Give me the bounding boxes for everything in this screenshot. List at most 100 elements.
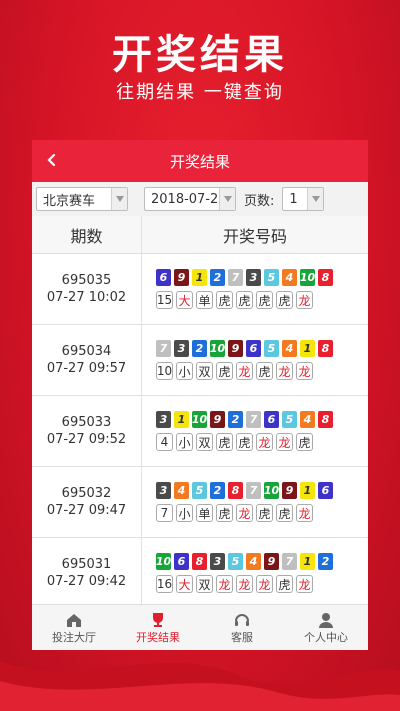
number-ball: 4: [282, 340, 297, 357]
number-ball: 2: [318, 553, 333, 570]
number-ball: 3: [210, 553, 225, 570]
attribute-box: 虎: [256, 504, 273, 522]
tab-label: 投注大厅: [52, 631, 96, 644]
tab-label: 个人中心: [304, 631, 348, 644]
attribute-box: 虎: [216, 291, 233, 309]
number-ball: 9: [264, 553, 279, 570]
number-ball: 10: [155, 553, 172, 570]
number-ball: 7: [246, 411, 261, 428]
number-ball: 8: [228, 482, 243, 499]
attribute-row: 15 大单虎虎虎虎龙: [156, 291, 313, 309]
lottery-select-value: 北京赛车: [43, 193, 96, 209]
number-ball: 8: [318, 269, 333, 286]
header-numbers: 开奖号码: [222, 226, 287, 246]
numbers-cell: 10 6 8 3 5 4 9 7 1 2 16 大双龙龙龙虎龙: [142, 538, 368, 608]
tab-results[interactable]: 开奖结果: [116, 605, 200, 650]
ball-row: 6 9 1 2 7 3 5 4 10 8: [156, 269, 333, 286]
attribute-box: 15: [156, 291, 173, 309]
number-ball: 9: [174, 269, 189, 286]
attribute-box: 小: [176, 433, 193, 451]
attribute-box: 虎: [216, 362, 233, 380]
result-row: 695035 07-27 10:02 6 9 1 2 7 3 5 4 10 8 15 大单虎虎虎虎龙: [32, 254, 368, 325]
numbers-cell: 7 3 2 10 9 6 5 4 1 8 10 小双虎龙虎龙龙: [142, 325, 368, 395]
number-ball: 10: [209, 340, 226, 357]
issue-cell: 695034 07-27 09:57: [32, 325, 142, 395]
attribute-box: 龙: [276, 362, 293, 380]
attribute-row: 7小单虎龙虎虎龙: [156, 504, 313, 522]
number-ball: 10: [263, 482, 280, 499]
attribute-box: 小: [176, 362, 193, 380]
number-ball: 2: [192, 340, 207, 357]
attribute-row: 4小双虎虎龙龙虎: [156, 433, 313, 451]
attribute-box: 虎: [256, 362, 273, 380]
tab-profile[interactable]: 个人中心: [284, 605, 368, 650]
lottery-select[interactable]: 北京赛车: [36, 187, 128, 211]
number-ball: 5: [192, 482, 207, 499]
tab-service[interactable]: 客服: [200, 605, 284, 650]
number-ball: 9: [210, 411, 225, 428]
issue-cell: 695033 07-27 09:52: [32, 396, 142, 466]
tab-bar: 投注大厅 开奖结果 客服 个人中心: [32, 604, 368, 650]
number-ball: 1: [300, 482, 315, 499]
headset-icon: [235, 614, 249, 626]
tab-label: 开奖结果: [136, 631, 180, 644]
number-ball: 8: [318, 411, 333, 428]
number-ball: 1: [300, 340, 315, 357]
attribute-box: 大: [176, 291, 193, 309]
date-select-value: 2018-07-2: [151, 191, 219, 207]
attribute-box: 龙: [296, 362, 313, 380]
numbers-cell: 6 9 1 2 7 3 5 4 10 8 15 大单虎虎虎虎龙: [142, 254, 368, 324]
attribute-box: 龙: [236, 504, 253, 522]
number-ball: 7: [246, 482, 261, 499]
navbar: 开奖结果: [32, 140, 368, 182]
attribute-box: 龙: [236, 362, 253, 380]
attribute-box: 虎: [276, 504, 293, 522]
attribute-box: 龙: [296, 575, 313, 593]
person-icon: [319, 613, 333, 628]
issue-number: 695035: [61, 273, 112, 288]
back-button[interactable]: [40, 148, 64, 172]
page-label: 页数:: [244, 193, 275, 209]
number-ball: 6: [264, 411, 279, 428]
number-ball: 1: [174, 411, 189, 428]
issue-number: 695034: [61, 344, 112, 359]
page-select-value: 1: [289, 191, 298, 207]
number-ball: 5: [264, 269, 279, 286]
draw-time: 07-27 09:42: [46, 574, 127, 589]
home-icon: [67, 614, 81, 627]
date-select[interactable]: 2018-07-2: [144, 187, 236, 211]
attribute-box: 虎: [216, 433, 233, 451]
number-ball: 7: [228, 269, 243, 286]
number-ball: 10: [191, 411, 208, 428]
attribute-box: 7: [156, 504, 173, 522]
table-header: 期数 开奖号码: [32, 216, 368, 254]
number-ball: 4: [174, 482, 189, 499]
number-ball: 3: [246, 269, 261, 286]
number-ball: 1: [300, 553, 315, 570]
draw-time: 07-27 09:57: [46, 361, 127, 376]
ball-row: 3 4 5 2 8 7 10 9 1 6: [156, 482, 333, 499]
attribute-box: 4: [156, 433, 173, 451]
number-ball: 3: [156, 411, 171, 428]
promo-subtitle: 往期结果 一键查询: [116, 82, 284, 103]
draw-time: 07-27 10:02: [46, 290, 127, 305]
tab-betting-hall[interactable]: 投注大厅: [32, 605, 116, 650]
number-ball: 9: [228, 340, 243, 357]
number-ball: 9: [282, 482, 297, 499]
results-list: 695035 07-27 10:02 6 9 1 2 7 3 5 4 10 8 15 大单虎虎虎虎龙 695…: [32, 254, 368, 609]
number-ball: 7: [282, 553, 297, 570]
result-row: 695032 07-27 09:47 3 4 5 2 8 7 10 9 1 6 7 小单虎龙虎虎龙: [32, 467, 368, 538]
page-select[interactable]: 1: [282, 187, 325, 211]
number-ball: 4: [282, 269, 297, 286]
number-ball: 4: [246, 553, 261, 570]
attribute-box: 10: [156, 362, 173, 380]
attribute-box: 龙: [256, 433, 273, 451]
attribute-row: 10 小双虎龙虎龙龙: [156, 362, 313, 380]
number-ball: 6: [318, 482, 333, 499]
chevron-down-icon: [307, 188, 324, 210]
issue-cell: 695032 07-27 09:47: [32, 467, 142, 537]
attribute-box: 双: [196, 362, 213, 380]
attribute-box: 虎: [236, 433, 253, 451]
numbers-cell: 3 4 5 2 8 7 10 9 1 6 7 小单虎龙虎虎龙: [142, 467, 368, 537]
number-ball: 1: [192, 269, 207, 286]
